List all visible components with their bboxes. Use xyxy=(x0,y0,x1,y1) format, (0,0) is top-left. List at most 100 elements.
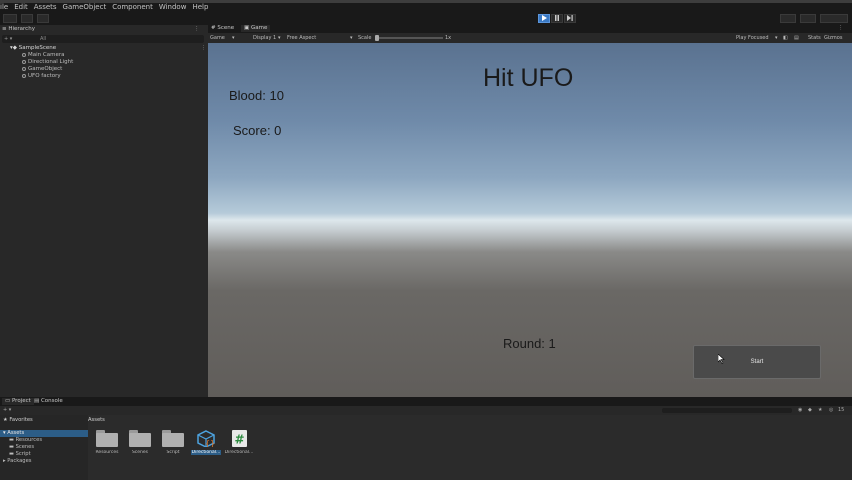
view-tabs: # Scene ▣ Game ⋮ xyxy=(208,25,852,33)
scene-name: SampleScene xyxy=(18,45,57,51)
project-search-input[interactable] xyxy=(662,408,792,413)
blood-label: Blood: 10 xyxy=(229,88,284,103)
start-button[interactable]: Start xyxy=(693,345,821,379)
project-toolbar: + ▾ ◉ ◆ ★ ◎ 15 xyxy=(0,406,852,415)
lock-icon[interactable]: ⋮ xyxy=(194,26,200,33)
hierarchy-search-placeholder: All xyxy=(40,36,47,42)
hierarchy-item-label: Main Camera xyxy=(28,52,65,58)
gameobject-icon xyxy=(22,52,26,57)
hierarchy-item-label: UFO factory xyxy=(28,73,61,79)
pause-button[interactable] xyxy=(551,14,563,23)
tab-console[interactable]: ▤ Console xyxy=(34,398,63,405)
menu-gameobject[interactable]: GameObject xyxy=(63,3,107,12)
step-button[interactable] xyxy=(564,14,576,23)
folder-icon xyxy=(129,430,151,447)
stats-toggle[interactable]: Stats xyxy=(808,33,821,43)
hierarchy-item-ufo-factory[interactable]: UFO factory xyxy=(22,73,61,79)
scale-label: Scale xyxy=(358,35,372,41)
search-icon[interactable] xyxy=(800,14,816,23)
account-button[interactable] xyxy=(3,14,17,23)
game-toolbar: Game ▾ Display 1 ▾ Free Aspect ▾ Scale 1… xyxy=(208,33,852,43)
gameobject-icon xyxy=(22,73,26,78)
unity-scene-icon: ◆ xyxy=(12,45,17,51)
mute-audio-icon[interactable]: ◧ xyxy=(783,33,788,43)
aspect-dropdown[interactable]: Free Aspect xyxy=(287,33,316,43)
add-icon[interactable]: + ▾ xyxy=(3,406,11,415)
add-icon[interactable]: + ▾ xyxy=(4,35,12,43)
gameobject-icon xyxy=(22,59,26,64)
game-tab-icon: ▣ xyxy=(244,25,251,31)
packages-item[interactable]: ▸ Packages xyxy=(3,458,31,464)
display-dropdown[interactable]: Display 1 xyxy=(253,33,276,43)
menu-edit[interactable]: Edit xyxy=(14,3,28,12)
hierarchy-item-label: Directional Light xyxy=(28,59,74,65)
game-mode-dropdown[interactable]: Game xyxy=(210,33,225,43)
tree-item-script[interactable]: ▬ Script xyxy=(9,451,31,457)
play-icon xyxy=(542,15,547,21)
favorites-label: Favorites xyxy=(9,417,33,423)
panel-menu-icon[interactable]: ⋮ xyxy=(838,25,844,32)
tree-item-scenes[interactable]: ▬ Scenes xyxy=(9,444,34,450)
score-label: Score: 0 xyxy=(233,123,282,138)
scale-slider-handle[interactable] xyxy=(375,35,379,41)
game-viewport[interactable]: Hit UFO Blood: 10 Score: 0 Round: 1 Star… xyxy=(208,43,852,397)
favorites-item[interactable]: ★ Favorites xyxy=(3,417,33,423)
tab-scene[interactable]: # Scene xyxy=(211,25,234,32)
scene-root[interactable]: ▾◆ SampleScene xyxy=(10,45,56,51)
hierarchy-item-directional-light[interactable]: Directional Light xyxy=(22,59,73,65)
asset-label: Directional... xyxy=(191,450,221,455)
scale-slider[interactable] xyxy=(375,35,443,41)
scene-menu-icon[interactable]: ⋮ xyxy=(201,45,206,51)
menu-file[interactable]: ile xyxy=(0,3,8,12)
menu-component[interactable]: Component xyxy=(112,3,153,12)
hidden-packages-icon[interactable]: ◎ xyxy=(829,406,833,415)
tab-game[interactable]: ▣ Game xyxy=(241,25,271,32)
svg-text:#: # xyxy=(235,433,245,447)
game-title: Hit UFO xyxy=(483,64,574,92)
project-assets-grid: Assets Resources Scenes Script {} Direct… xyxy=(88,415,852,480)
play-mode-dropdown[interactable]: Play Focused xyxy=(736,33,769,43)
chevron-down-icon: ▾ xyxy=(278,35,281,41)
hierarchy-item-gameobject[interactable]: GameObject xyxy=(22,66,62,72)
hierarchy-search[interactable]: + ▾ All xyxy=(2,35,204,43)
cloud-icon[interactable] xyxy=(21,14,33,23)
hidden-count: 15 xyxy=(838,407,845,413)
tab-console-label: Console xyxy=(40,398,63,404)
shortcuts-icon[interactable]: ▤ xyxy=(794,33,799,43)
hierarchy-item-main-camera[interactable]: Main Camera xyxy=(22,52,64,58)
tree-item-label: Scenes xyxy=(15,444,35,450)
star-icon[interactable]: ★ xyxy=(818,406,822,415)
menu-bar: ile Edit Assets GameObject Component Win… xyxy=(0,3,852,12)
layers-dropdown[interactable] xyxy=(820,14,848,23)
asset-scenes[interactable]: Scenes xyxy=(125,430,155,455)
eye-icon[interactable]: ◉ xyxy=(798,406,802,415)
scale-value: 1x xyxy=(445,35,452,41)
collab-icon[interactable] xyxy=(37,14,49,23)
tree-item-resources[interactable]: ▬ Resources xyxy=(9,437,42,443)
chevron-down-icon: ▾ xyxy=(350,35,353,41)
menu-assets[interactable]: Assets xyxy=(34,3,57,12)
asset-label: Scenes xyxy=(131,450,149,455)
asset-directional-script[interactable]: # Directional... xyxy=(224,430,254,455)
asset-script[interactable]: Script xyxy=(158,430,188,455)
history-icon[interactable] xyxy=(780,14,796,23)
hierarchy-tab[interactable]: ≡ Hierarchy xyxy=(2,26,35,33)
asset-directional-prefab[interactable]: {} Directional... xyxy=(191,430,221,455)
assets-root-item[interactable]: ▾ Assets xyxy=(3,430,24,436)
folder-tab-icon: ▭ xyxy=(5,398,12,404)
filter-icon[interactable]: ◆ xyxy=(808,406,812,415)
hierarchy-item-label: GameObject xyxy=(28,66,63,72)
asset-resources[interactable]: Resources xyxy=(92,430,122,455)
tab-project-label: Project xyxy=(11,398,31,404)
menu-help[interactable]: Help xyxy=(192,3,208,12)
gizmos-toggle[interactable]: Gizmos xyxy=(824,33,842,43)
play-button[interactable] xyxy=(538,14,550,23)
folder-icon xyxy=(162,430,184,447)
folder-icon xyxy=(96,430,118,447)
console-tab-icon: ▤ xyxy=(34,398,41,404)
tab-project[interactable]: ▭ Project xyxy=(2,398,34,405)
tree-item-label: Script xyxy=(15,451,31,457)
menu-window[interactable]: Window xyxy=(159,3,187,12)
asset-label: Resources xyxy=(95,450,119,455)
prefab-icon: {} xyxy=(197,430,215,447)
